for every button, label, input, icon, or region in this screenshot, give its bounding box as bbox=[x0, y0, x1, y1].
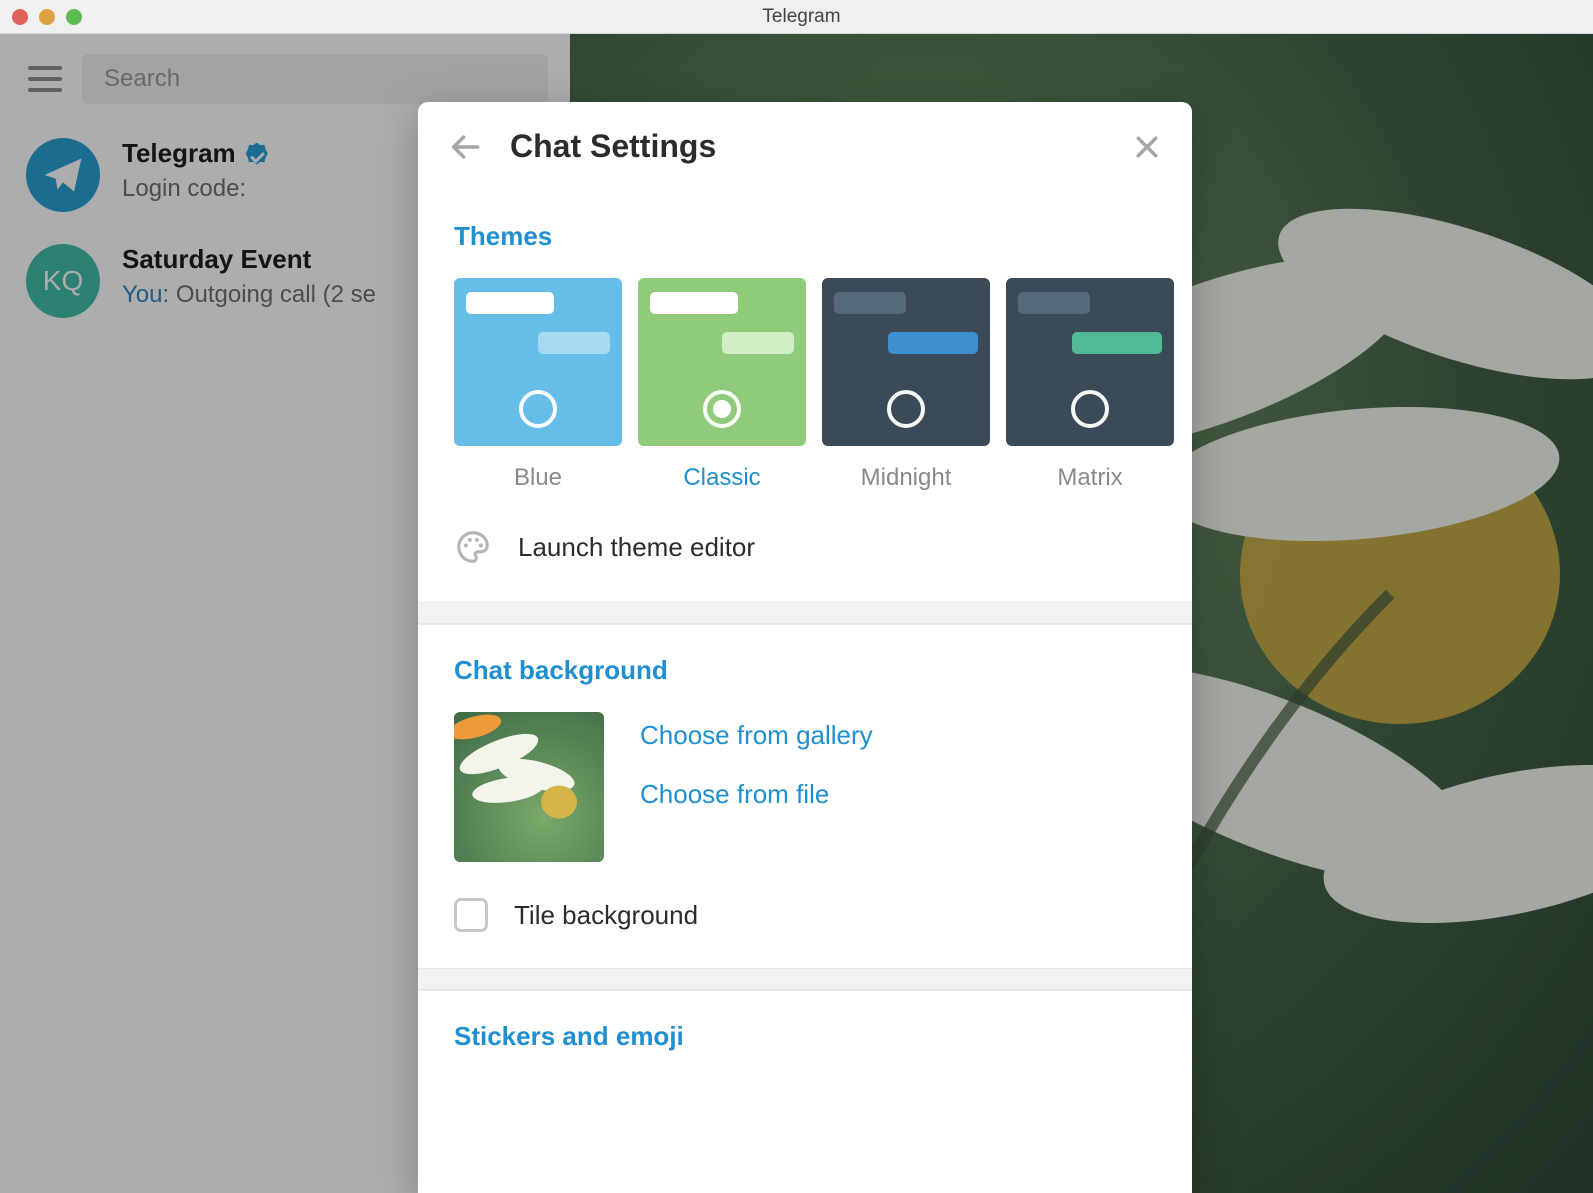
dialog-title: Chat Settings bbox=[510, 128, 1104, 165]
launch-theme-editor-label: Launch theme editor bbox=[518, 532, 755, 563]
themes-heading: Themes bbox=[454, 221, 1156, 252]
chat-settings-dialog: Chat Settings Themes Blue Classic Midnight… bbox=[418, 102, 1192, 1193]
theme-preview bbox=[822, 278, 990, 446]
palette-icon bbox=[454, 528, 492, 566]
theme-option-midnight[interactable]: Midnight bbox=[822, 278, 990, 492]
background-heading: Chat background bbox=[454, 655, 1156, 686]
titlebar: Telegram bbox=[0, 0, 1593, 34]
radio-icon bbox=[887, 390, 925, 428]
tile-background-checkbox[interactable]: Tile background bbox=[454, 898, 1156, 932]
theme-preview bbox=[1006, 278, 1174, 446]
background-thumbnail[interactable] bbox=[454, 712, 604, 862]
theme-option-matrix[interactable]: Matrix bbox=[1006, 278, 1174, 492]
app-title: Telegram bbox=[22, 6, 1581, 28]
section-gap bbox=[418, 968, 1192, 990]
theme-label: Classic bbox=[638, 464, 806, 492]
theme-label: Matrix bbox=[1006, 464, 1174, 492]
theme-option-classic[interactable]: Classic bbox=[638, 278, 806, 492]
close-icon[interactable] bbox=[1132, 132, 1162, 162]
dialog-body: Themes Blue Classic Midnight Matrix Launch … bbox=[418, 191, 1192, 1193]
checkbox-icon bbox=[454, 898, 488, 932]
back-icon[interactable] bbox=[448, 130, 482, 164]
radio-icon bbox=[703, 390, 741, 428]
radio-icon bbox=[519, 390, 557, 428]
themes-section: Themes Blue Classic Midnight Matrix Launch … bbox=[418, 191, 1192, 602]
stickers-section: Stickers and emoji bbox=[418, 990, 1192, 1088]
background-section: Chat background bbox=[418, 624, 1192, 968]
stickers-heading: Stickers and emoji bbox=[454, 1021, 1156, 1052]
launch-theme-editor-button[interactable]: Launch theme editor bbox=[454, 528, 1156, 566]
background-links: Choose from gallery Choose from file bbox=[640, 712, 873, 810]
themes-row: BlueClassicMidnightMatrix bbox=[454, 278, 1156, 492]
dialog-header: Chat Settings bbox=[418, 102, 1192, 191]
theme-preview bbox=[638, 278, 806, 446]
theme-label: Midnight bbox=[822, 464, 990, 492]
radio-icon bbox=[1071, 390, 1109, 428]
choose-from-file-button[interactable]: Choose from file bbox=[640, 779, 873, 810]
tile-background-label: Tile background bbox=[514, 900, 698, 931]
theme-preview bbox=[454, 278, 622, 446]
theme-label: Blue bbox=[454, 464, 622, 492]
section-gap bbox=[418, 602, 1192, 624]
choose-from-gallery-button[interactable]: Choose from gallery bbox=[640, 720, 873, 751]
background-row: Choose from gallery Choose from file bbox=[454, 712, 1156, 862]
theme-option-blue[interactable]: Blue bbox=[454, 278, 622, 492]
